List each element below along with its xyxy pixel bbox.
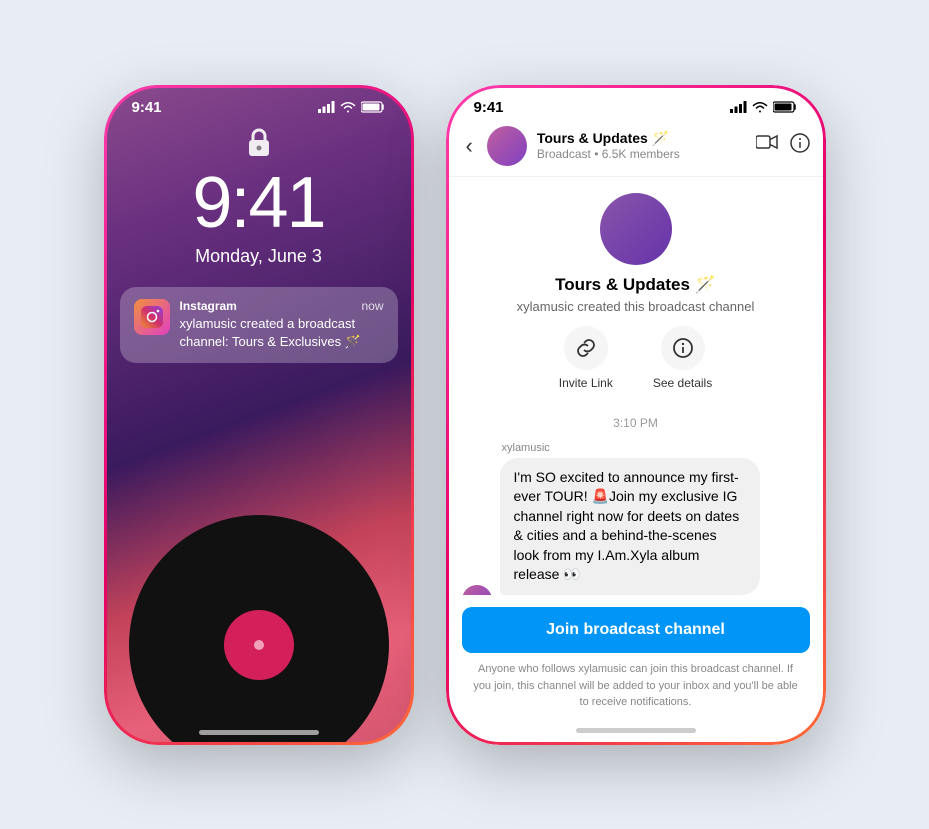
vinyl-center: [224, 610, 294, 680]
invite-link-label: Invite Link: [559, 376, 613, 390]
channel-actions: Invite Link See details: [559, 326, 712, 390]
text-message-row: xylamusic I'm SO excited to announce my …: [462, 442, 810, 596]
home-indicator-right: [446, 717, 826, 745]
sender-avatar-text: [462, 585, 492, 595]
header-avatar-img: [487, 126, 527, 166]
notification-card[interactable]: Instagram now xylamusic created a broadc…: [120, 287, 398, 363]
notification-content: Instagram now xylamusic created a broadc…: [180, 299, 384, 351]
lock-time-small: 9:41: [132, 99, 162, 116]
channel-info: Tours & Updates 🪄 xylamusic created this…: [446, 177, 826, 404]
text-message-content: xylamusic I'm SO excited to announce my …: [500, 442, 760, 596]
header-info: Tours & Updates 🪄 Broadcast • 6.5K membe…: [537, 130, 746, 161]
lock-icon: [245, 126, 273, 158]
vinyl-dot: [254, 640, 264, 650]
lock-status-bar: 9:41: [104, 85, 414, 116]
notification-app-name: Instagram: [180, 299, 237, 313]
right-phone: 9:41: [446, 85, 826, 745]
battery-icon: [361, 101, 386, 113]
wifi-icon: [340, 101, 356, 113]
status-icons: [318, 101, 386, 113]
instagram-logo: [139, 304, 165, 330]
join-area: Join broadcast channel Anyone who follow…: [446, 595, 826, 717]
message-timestamp: 3:10 PM: [462, 416, 810, 430]
notification-text: xylamusic created a broadcast channel: T…: [180, 315, 384, 351]
lock-icon-area: [104, 126, 414, 158]
channel-avatar-img: [600, 193, 672, 265]
left-phone: 9:41: [104, 85, 414, 745]
dm-battery-icon: [773, 101, 798, 113]
home-indicator: [199, 730, 319, 735]
text-message-bubble: I'm SO excited to announce my first-ever…: [500, 458, 760, 596]
dm-status-bar: 9:41: [446, 85, 826, 116]
dm-screen: 9:41: [446, 85, 826, 745]
messages-area: 3:10 PM xylamusic I'm SO excited to anno…: [446, 404, 826, 596]
channel-created-by: xylamusic created this broadcast channel: [517, 299, 755, 314]
see-details-action[interactable]: See details: [653, 326, 712, 390]
header-actions: [756, 133, 810, 159]
join-disclaimer: Anyone who follows xylamusic can join th…: [462, 661, 810, 711]
notification-time: now: [361, 299, 383, 313]
notification-header: Instagram now: [180, 299, 384, 313]
back-button[interactable]: ‹: [462, 129, 477, 163]
join-broadcast-button[interactable]: Join broadcast channel: [462, 607, 810, 653]
sender-name-text: xylamusic: [502, 442, 760, 454]
dm-time: 9:41: [474, 99, 504, 116]
home-indicator-bar: [576, 728, 696, 733]
header-channel-sub: Broadcast • 6.5K members: [537, 147, 746, 161]
invite-link-icon: [564, 326, 608, 370]
channel-avatar-large: [600, 193, 672, 265]
info-button[interactable]: [790, 133, 810, 159]
lock-date: Monday, June 3: [104, 246, 414, 267]
see-details-icon: [661, 326, 705, 370]
dm-wifi-icon: [752, 101, 768, 113]
channel-name: Tours & Updates 🪄: [555, 275, 716, 295]
invite-link-action[interactable]: Invite Link: [559, 326, 613, 390]
dm-status-icons: [730, 101, 798, 113]
header-avatar: [487, 126, 527, 166]
video-call-button[interactable]: [756, 133, 778, 159]
see-details-label: See details: [653, 376, 712, 390]
dm-signal-icon: [730, 101, 747, 113]
signal-icon: [318, 101, 335, 113]
header-channel-name: Tours & Updates 🪄: [537, 130, 746, 147]
lock-time: 9:41: [104, 162, 414, 244]
lock-screen: 9:41: [104, 85, 414, 745]
vinyl-record: [129, 515, 389, 745]
dm-header: ‹ Tours & Updates 🪄 Broadcast • 6.5K mem…: [446, 116, 826, 177]
instagram-icon: [134, 299, 170, 335]
